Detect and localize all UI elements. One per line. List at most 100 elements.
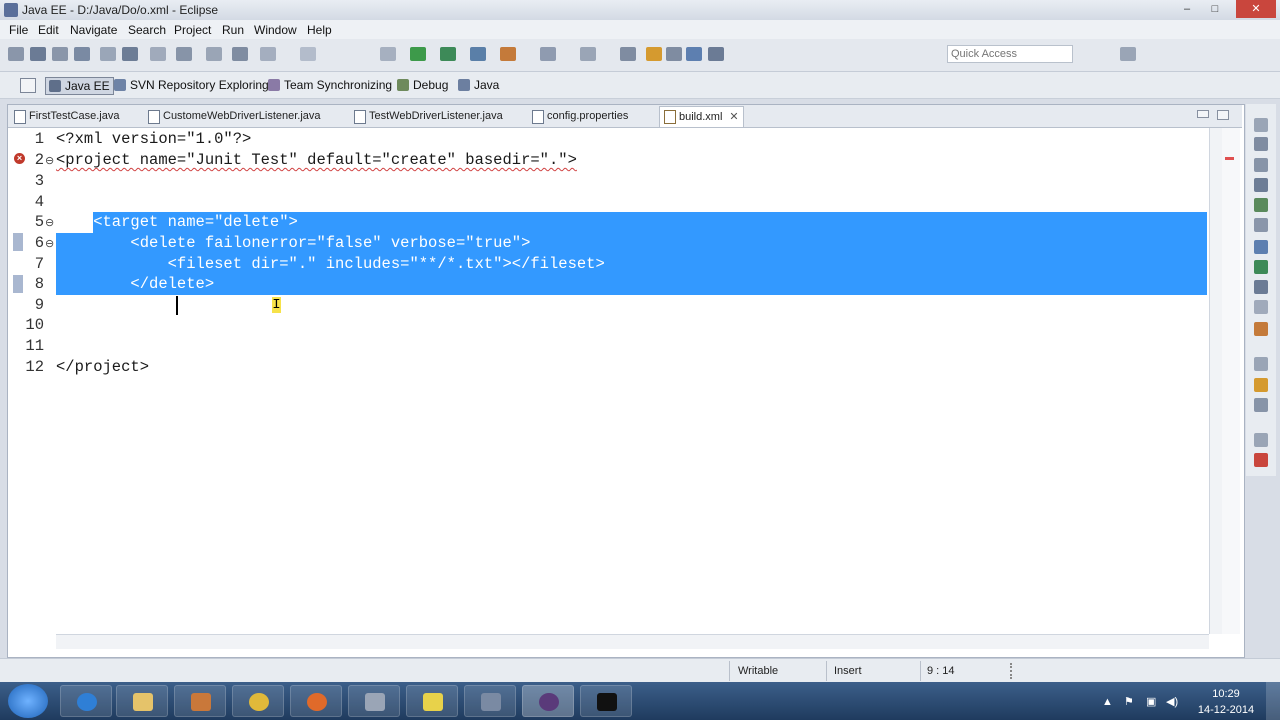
open-perspective-button[interactable] [20, 78, 36, 93]
maximize-button[interactable]: □ [1202, 0, 1228, 18]
taskbar-cmd[interactable] [580, 685, 632, 717]
code-line[interactable]: <?xml version="1.0"?> [56, 129, 251, 150]
perspective-team-sync[interactable]: Team Synchronizing [268, 77, 392, 93]
perspective-java[interactable]: Java [458, 77, 499, 93]
perspective-svn[interactable]: SVN Repository Exploring [114, 77, 269, 93]
taskbar-explorer[interactable] [116, 685, 168, 717]
taskbar-app[interactable] [464, 685, 516, 717]
pin-icon[interactable] [708, 47, 724, 61]
outline-icon[interactable] [1254, 158, 1268, 172]
maximize-editor-icon[interactable] [1217, 110, 1229, 120]
perspective-java-ee[interactable]: Java EE [45, 77, 114, 95]
save-icon[interactable] [30, 47, 46, 61]
code-line[interactable]: </delete> [56, 274, 214, 295]
run-icon[interactable] [410, 47, 426, 61]
ant-icon[interactable] [150, 47, 166, 61]
problems-icon[interactable] [1254, 280, 1268, 294]
servers-icon[interactable] [1254, 218, 1268, 232]
overview-ruler[interactable] [1222, 128, 1240, 634]
clock-time[interactable]: 10:29 [1202, 688, 1250, 700]
status-trim-handle[interactable] [1010, 663, 1015, 679]
navigator-icon[interactable] [1254, 198, 1268, 212]
data-source-icon[interactable] [1254, 300, 1268, 314]
code-line[interactable]: <delete failonerror="false" verbose="tru… [56, 233, 530, 254]
ant-view-icon[interactable] [1254, 453, 1268, 467]
close-window-button[interactable]: ✕ [1236, 0, 1276, 18]
tab-first-test-case[interactable]: FirstTestCase.java [14, 108, 119, 125]
wizard-icon[interactable] [176, 47, 192, 61]
clock-date[interactable]: 14-12-2014 [1194, 704, 1258, 716]
menu-help[interactable]: Help [307, 23, 332, 37]
last-edit-icon[interactable] [646, 47, 662, 61]
history-icon[interactable] [1254, 398, 1268, 412]
external-tools-icon[interactable] [500, 47, 516, 61]
tab-custome-webdriver-listener[interactable]: CustomeWebDriverListener.java [148, 108, 321, 125]
fold-toggle-icon[interactable]: ⊖ [45, 216, 54, 229]
print-icon[interactable] [74, 47, 90, 61]
open-resource-icon[interactable] [232, 47, 248, 61]
start-button[interactable] [8, 684, 48, 718]
tab-test-webdriver-listener[interactable]: TestWebDriverListener.java [354, 108, 503, 125]
taskbar-virtualbox[interactable] [348, 685, 400, 717]
search-icon[interactable] [122, 47, 138, 61]
tab-config-properties[interactable]: config.properties [532, 108, 628, 125]
junit-icon[interactable] [1254, 322, 1268, 336]
console-icon[interactable] [1254, 240, 1268, 254]
fold-toggle-icon[interactable]: ⊖ [45, 237, 54, 250]
breakpoint-icon[interactable] [380, 47, 396, 61]
debug-run-icon[interactable] [440, 47, 456, 61]
taskbar-notes[interactable] [406, 685, 458, 717]
quick-access-input[interactable] [947, 45, 1073, 63]
horizontal-scrollbar[interactable] [56, 634, 1209, 649]
action-center-icon[interactable]: ⚑ [1124, 697, 1136, 708]
show-desktop-button[interactable] [1266, 682, 1280, 720]
perspective-debug[interactable]: Debug [397, 77, 448, 93]
code-line[interactable]: <target name="delete"> [56, 212, 298, 233]
new-project-icon[interactable] [580, 47, 596, 61]
taskbar-ie[interactable] [60, 685, 112, 717]
new-icon[interactable] [8, 47, 24, 61]
code-line[interactable]: </target> [56, 295, 177, 316]
server-icon[interactable] [100, 47, 116, 61]
restore-icon[interactable] [1254, 118, 1268, 132]
open-perspective-icon[interactable] [1120, 47, 1136, 61]
back-icon[interactable] [666, 47, 682, 61]
menu-navigate[interactable]: Navigate [70, 23, 117, 37]
volume-icon[interactable]: ◀) [1166, 697, 1186, 708]
next-annotation-icon[interactable] [620, 47, 636, 61]
open-type-icon[interactable] [206, 47, 222, 61]
code-line[interactable]: <fileset dir="." includes="**/*.txt"></f… [56, 254, 605, 275]
menu-window[interactable]: Window [254, 23, 297, 37]
taskbar-firefox[interactable] [290, 685, 342, 717]
code-line[interactable]: <project name="Junit Test" default="crea… [56, 150, 577, 171]
package-explorer-icon[interactable] [1254, 137, 1268, 151]
restore-icon[interactable] [1254, 433, 1268, 447]
minimize-button[interactable]: ‒ [1174, 0, 1200, 18]
svn-repositories-icon[interactable] [1254, 378, 1268, 392]
forward-icon[interactable] [686, 47, 702, 61]
menu-search[interactable]: Search [128, 23, 166, 37]
menu-edit[interactable]: Edit [38, 23, 59, 37]
code-line[interactable]: </project> [56, 357, 149, 378]
taskbar-chrome[interactable] [232, 685, 284, 717]
tasks-icon[interactable] [1254, 260, 1268, 274]
restore-icon[interactable] [1254, 357, 1268, 371]
network-icon[interactable]: ▣ [1146, 697, 1158, 708]
coverage-icon[interactable] [470, 47, 486, 61]
taskbar-eclipse[interactable] [522, 685, 574, 717]
toggle-mark-icon[interactable] [260, 47, 276, 61]
menu-project[interactable]: Project [174, 23, 211, 37]
new-server-icon[interactable] [540, 47, 556, 61]
menu-run[interactable]: Run [222, 23, 244, 37]
error-ruler-mark[interactable] [1225, 157, 1234, 160]
tray-expand-icon[interactable]: ▲ [1102, 697, 1114, 708]
save-all-icon[interactable] [52, 47, 68, 61]
minimize-editor-icon[interactable] [1197, 110, 1209, 118]
hierarchy-icon[interactable] [1254, 178, 1268, 192]
tab-build-xml[interactable]: build.xml ✕ [659, 106, 744, 127]
fold-toggle-icon[interactable]: ⊖ [45, 154, 54, 167]
annotation-icon[interactable] [300, 47, 316, 61]
menu-file[interactable]: File [9, 23, 28, 37]
taskbar-media[interactable] [174, 685, 226, 717]
close-tab-icon[interactable]: ✕ [729, 109, 738, 126]
